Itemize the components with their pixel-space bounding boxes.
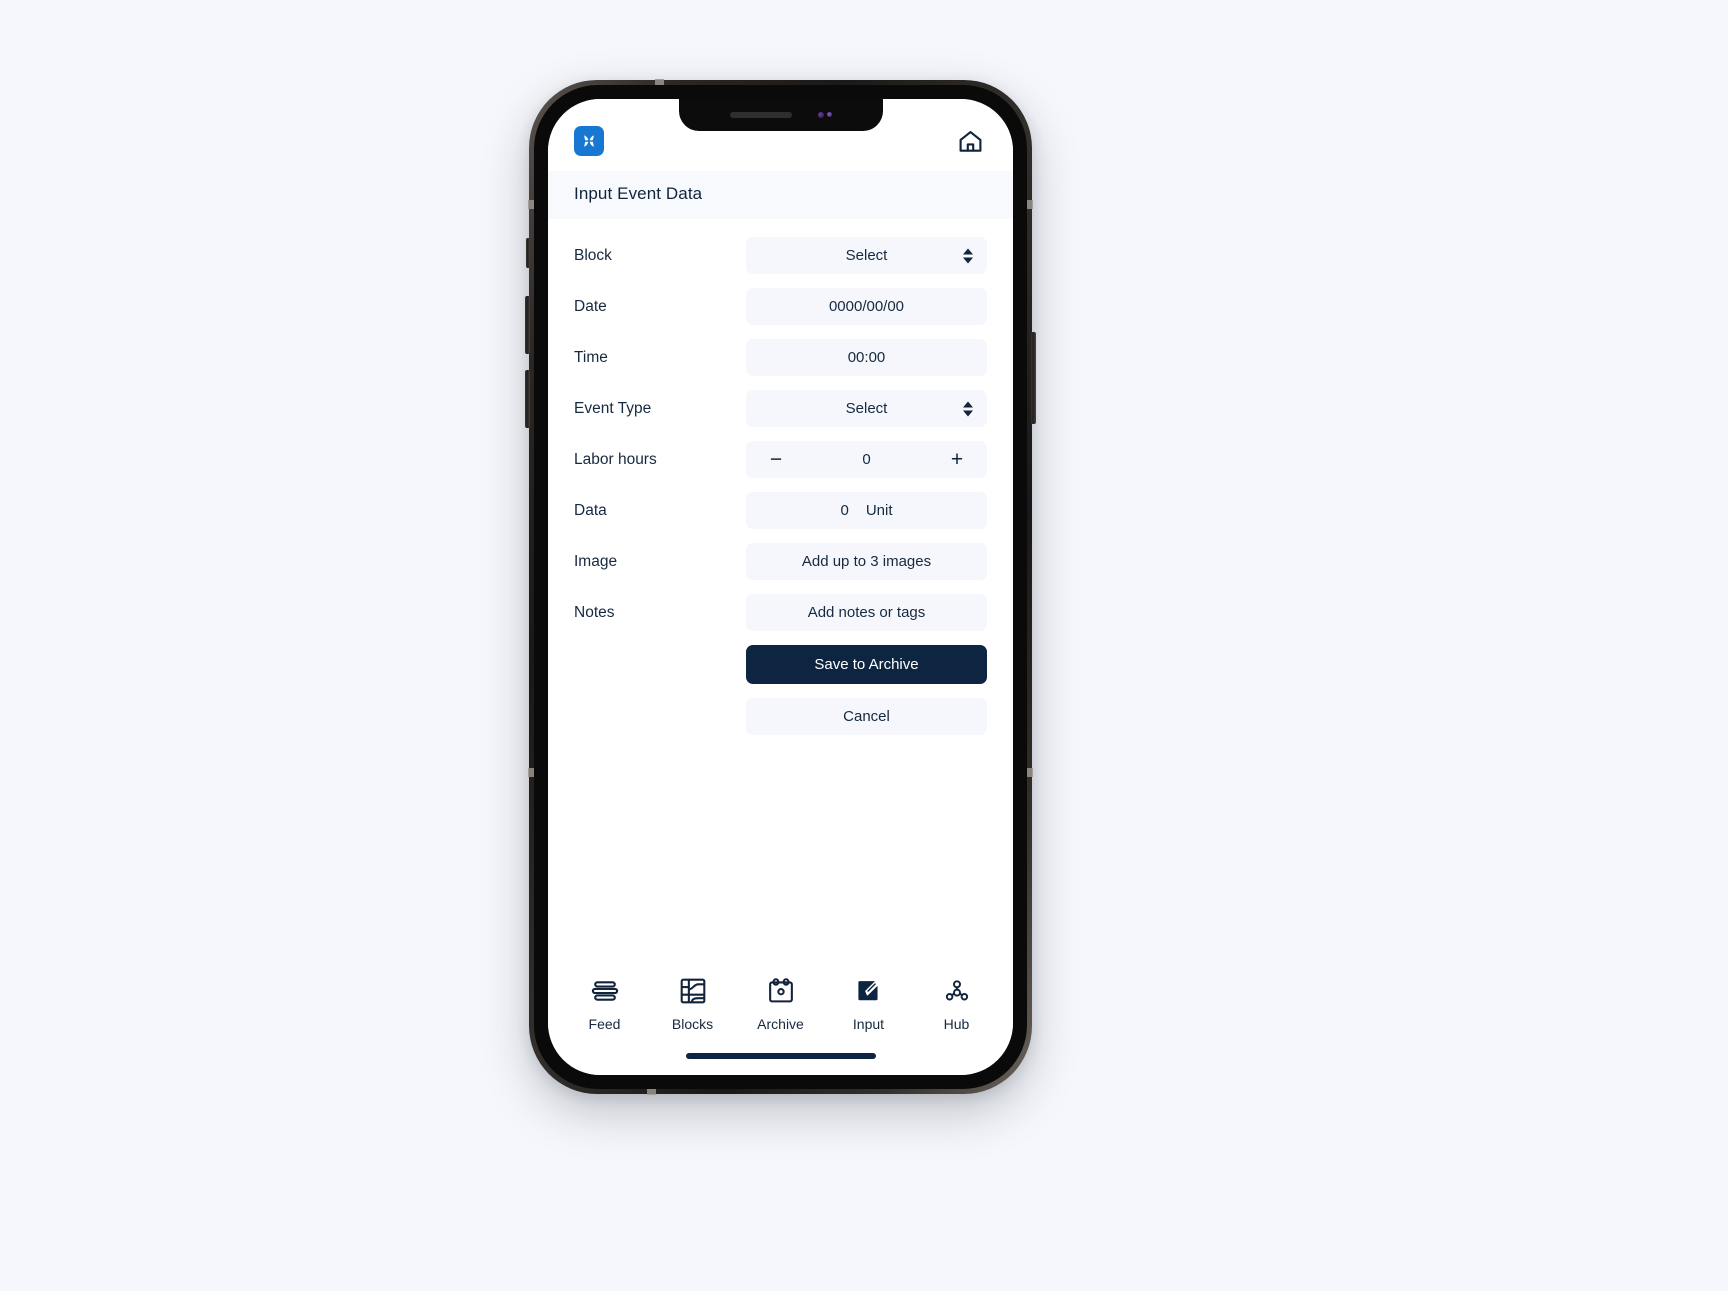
date-value: 0000/00/00 bbox=[828, 298, 905, 315]
image-upload-label: Add up to 3 images bbox=[801, 553, 932, 570]
tab-input[interactable]: Input bbox=[838, 975, 900, 1032]
form-row-notes: Notes Add notes or tags bbox=[574, 594, 987, 631]
block-select-value: Select bbox=[845, 247, 888, 264]
home-indicator[interactable] bbox=[685, 1053, 876, 1059]
tab-feed[interactable]: Feed bbox=[574, 975, 636, 1032]
event-type-select[interactable]: Select bbox=[746, 390, 987, 427]
date-input[interactable]: 0000/00/00 bbox=[746, 288, 987, 325]
time-value: 00:00 bbox=[847, 349, 886, 366]
form-row-data: Data 0 Unit bbox=[574, 492, 987, 529]
antenna-line bbox=[1027, 200, 1033, 209]
data-unit-label: Unit bbox=[865, 502, 893, 519]
field-label: Data bbox=[574, 501, 607, 519]
save-row: Save to Archive bbox=[574, 645, 987, 684]
earpiece-speaker bbox=[729, 111, 792, 118]
tab-label: Input bbox=[852, 1016, 885, 1032]
block-select[interactable]: Select bbox=[746, 237, 987, 274]
field-label: Date bbox=[574, 297, 607, 315]
chevron-updown-icon bbox=[963, 248, 973, 263]
tab-label: Archive bbox=[757, 1016, 804, 1032]
form-row-block: Block Select bbox=[574, 237, 987, 274]
phone-screen: Input Event Data Block Select Date 0000/… bbox=[548, 99, 1013, 1075]
image-upload-button[interactable]: Add up to 3 images bbox=[746, 543, 987, 580]
cancel-row: Cancel bbox=[574, 698, 987, 735]
silent-switch[interactable] bbox=[526, 238, 530, 268]
home-icon[interactable] bbox=[953, 124, 987, 158]
app-logo-icon[interactable] bbox=[574, 126, 604, 156]
field-label: Image bbox=[574, 552, 618, 570]
field-label: Time bbox=[574, 348, 608, 366]
tab-label: Blocks bbox=[671, 1016, 714, 1032]
antenna-line bbox=[647, 1089, 656, 1095]
phone-bezel: Input Event Data Block Select Date 0000/… bbox=[534, 85, 1027, 1089]
tab-archive[interactable]: Archive bbox=[750, 975, 812, 1032]
increment-button[interactable]: + bbox=[945, 449, 969, 470]
tab-blocks[interactable]: Blocks bbox=[662, 975, 724, 1032]
volume-down-button[interactable] bbox=[525, 370, 530, 428]
tab-label: Hub bbox=[943, 1016, 970, 1032]
phone-mockup: Input Event Data Block Select Date 0000/… bbox=[525, 79, 1036, 1095]
decrement-button[interactable]: − bbox=[764, 449, 788, 470]
notes-input[interactable]: Add notes or tags bbox=[746, 594, 987, 631]
field-label: Block bbox=[574, 246, 612, 264]
event-type-select-value: Select bbox=[845, 400, 888, 417]
form-row-time: Time 00:00 bbox=[574, 339, 987, 376]
phone-frame: Input Event Data Block Select Date 0000/… bbox=[525, 79, 1036, 1095]
tab-label: Feed bbox=[588, 1016, 621, 1032]
antenna-line bbox=[1027, 768, 1033, 777]
form-row-date: Date 0000/00/00 bbox=[574, 288, 987, 325]
field-label: Event Type bbox=[574, 399, 652, 417]
power-button[interactable] bbox=[1031, 332, 1036, 424]
page-title: Input Event Data bbox=[574, 184, 703, 203]
field-label: Labor hours bbox=[574, 450, 657, 468]
chevron-updown-icon bbox=[963, 401, 973, 416]
event-form: Block Select Date 0000/00/00 Time 00:00 … bbox=[548, 219, 1013, 735]
save-to-archive-button[interactable]: Save to Archive bbox=[746, 645, 987, 684]
blocks-icon bbox=[678, 975, 708, 1007]
feed-icon bbox=[590, 975, 620, 1007]
time-input[interactable]: 00:00 bbox=[746, 339, 987, 376]
title-bar: Input Event Data bbox=[548, 171, 1013, 219]
form-row-labor-hours: Labor hours − 0 + bbox=[574, 441, 987, 478]
field-label: Notes bbox=[574, 603, 615, 621]
labor-hours-stepper: − 0 + bbox=[746, 441, 987, 478]
tab-hub[interactable]: Hub bbox=[926, 975, 988, 1032]
front-camera bbox=[817, 111, 832, 118]
cancel-button[interactable]: Cancel bbox=[746, 698, 987, 735]
form-row-event-type: Event Type Select bbox=[574, 390, 987, 427]
notes-placeholder: Add notes or tags bbox=[807, 604, 926, 621]
form-row-image: Image Add up to 3 images bbox=[574, 543, 987, 580]
notch bbox=[678, 99, 883, 131]
archive-icon bbox=[766, 975, 796, 1007]
hub-icon bbox=[942, 975, 972, 1007]
volume-up-button[interactable] bbox=[525, 296, 530, 354]
input-icon bbox=[854, 975, 884, 1007]
data-input[interactable]: 0 Unit bbox=[746, 492, 987, 529]
labor-hours-value: 0 bbox=[862, 451, 871, 468]
data-value: 0 bbox=[840, 502, 849, 519]
